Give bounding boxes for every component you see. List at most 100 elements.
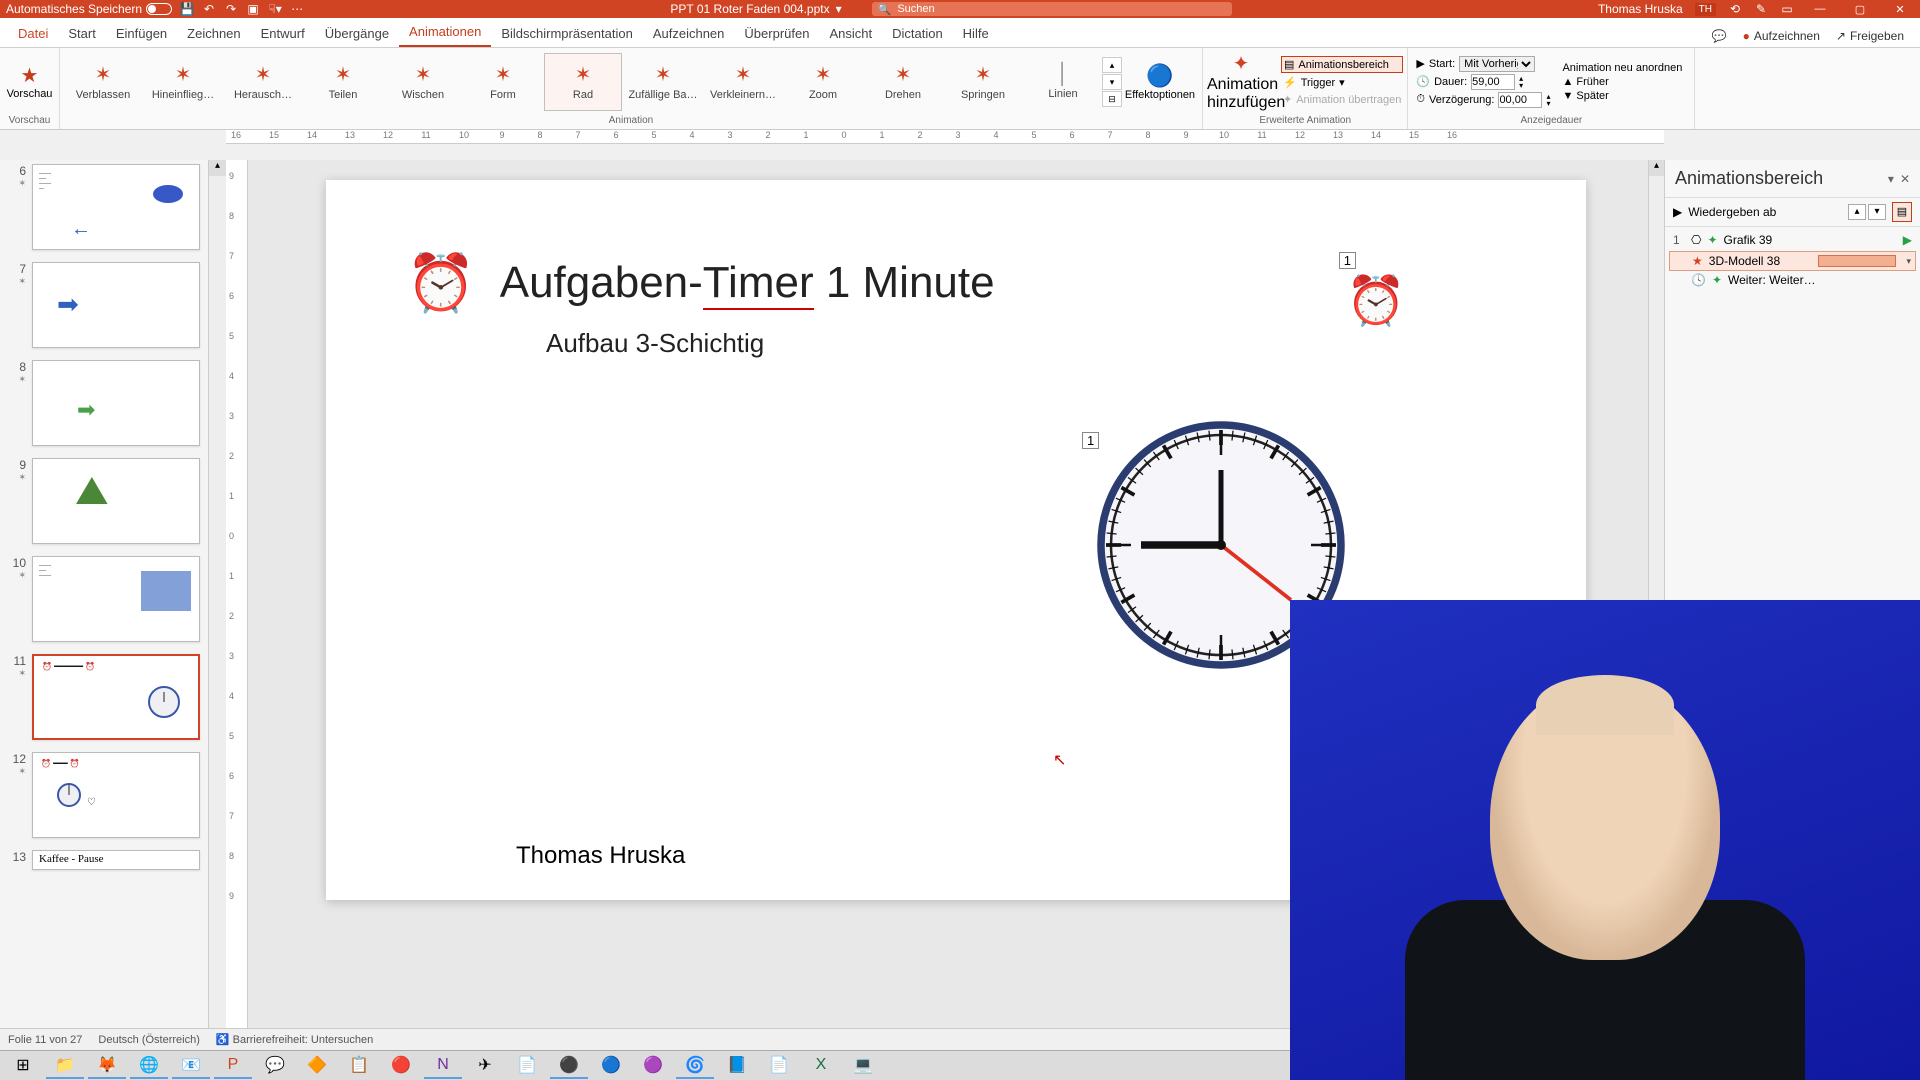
play-from-label[interactable]: Wiedergeben ab [1688, 205, 1776, 219]
tab-hilfe[interactable]: Hilfe [953, 20, 999, 47]
powerpoint-icon[interactable]: P [214, 1053, 252, 1079]
app-icon-7[interactable]: 📘 [718, 1053, 756, 1079]
app-icon-4[interactable]: 📄 [508, 1053, 546, 1079]
filename[interactable]: PPT 01 Roter Faden 004.pptx▾ [670, 2, 841, 16]
tab-entwurf[interactable]: Entwurf [251, 20, 315, 47]
play-icon[interactable]: ▶ [1673, 205, 1682, 219]
anim-verblassen[interactable]: ✶Verblassen [64, 53, 142, 111]
anim-item-grafik39[interactable]: 1 ⎔ ✦ Grafik 39 ▶ [1669, 231, 1916, 249]
excel-icon[interactable]: X [802, 1053, 840, 1079]
onenote-icon[interactable]: N [424, 1053, 462, 1079]
animation-pane-button[interactable]: ▤ Animationsbereich [1281, 56, 1403, 73]
firefox-icon[interactable]: 🦊 [88, 1053, 126, 1079]
move-earlier-button[interactable]: ▲ Früher [1562, 76, 1682, 88]
pane-close-icon[interactable]: ✕ [1900, 172, 1910, 186]
slide-thumb-7[interactable]: ➡ [32, 262, 200, 348]
anim-zufaellig[interactable]: ✶Zufällige Ba… [624, 53, 702, 111]
slide-thumb-12[interactable]: ⏰ ━━━ ⏰♡ [32, 752, 200, 838]
accessibility-check[interactable]: ♿ Barrierefreiheit: Untersuchen [216, 1033, 373, 1046]
tab-file[interactable]: Datei [8, 20, 58, 47]
move-up-button[interactable]: ▴ [1848, 204, 1866, 220]
effect-options-button[interactable]: 🔵Effektoptionen [1122, 63, 1198, 101]
preview-button[interactable]: ★Vorschau [4, 63, 55, 100]
app-icon-6[interactable]: 🟣 [634, 1053, 672, 1079]
anim-herauschweben[interactable]: ✶Herausch… [224, 53, 302, 111]
tab-dictation[interactable]: Dictation [882, 20, 953, 47]
share-button[interactable]: ↗ Freigeben [1828, 25, 1912, 47]
move-down-button[interactable]: ▾ [1868, 204, 1886, 220]
chrome-icon[interactable]: 🌐 [130, 1053, 168, 1079]
anim-wischen[interactable]: ✶Wischen [384, 53, 462, 111]
search-box[interactable]: 🔍 Suchen [872, 2, 1232, 16]
anim-teilen[interactable]: ✶Teilen [304, 53, 382, 111]
language-indicator[interactable]: Deutsch (Österreich) [98, 1034, 199, 1046]
touch-icon[interactable]: ☟▾ [268, 2, 282, 16]
pane-dropdown-icon[interactable]: ▾ [1888, 172, 1894, 186]
slide-thumb-10[interactable]: ━━━━━━━━━━━━━ [32, 556, 200, 642]
anim-springen[interactable]: ✶Springen [944, 53, 1022, 111]
slide-thumb-13[interactable]: Kaffee - Pause [32, 850, 200, 870]
app-icon[interactable]: 💬 [256, 1053, 294, 1079]
pane-mode-button[interactable]: ▤ [1892, 202, 1912, 222]
present-icon[interactable]: ▣ [246, 2, 260, 16]
redo-icon[interactable]: ↷ [224, 2, 238, 16]
anim-zoom[interactable]: ✶Zoom [784, 53, 862, 111]
comments-button[interactable]: 💬 [1704, 25, 1735, 47]
obs-icon[interactable]: ⚫ [550, 1053, 588, 1079]
slide-thumb-8[interactable]: ➡ [32, 360, 200, 446]
start-select[interactable]: Mit Vorheriger [1459, 56, 1535, 72]
item-dropdown-icon[interactable]: ▾ [1906, 256, 1911, 267]
move-later-button[interactable]: ▼ Später [1562, 90, 1682, 102]
save-icon[interactable]: 💾 [180, 2, 194, 16]
anim-drehen[interactable]: ✶Drehen [864, 53, 942, 111]
anim-rad[interactable]: ✶Rad [544, 53, 622, 111]
delay-input[interactable] [1498, 92, 1542, 108]
anim-verkleinern[interactable]: ✶Verkleinern… [704, 53, 782, 111]
vlc-icon[interactable]: 🔶 [298, 1053, 336, 1079]
anim-item-3dmodell38[interactable]: ★ 3D-Modell 38 ▾ [1669, 251, 1916, 271]
sync-icon[interactable]: ⟲ [1728, 2, 1742, 16]
telegram-icon[interactable]: ✈ [466, 1053, 504, 1079]
record-button[interactable]: Aufzeichnen [1735, 25, 1828, 47]
app-icon-2[interactable]: 📋 [340, 1053, 378, 1079]
add-animation-button[interactable]: ✦Animation hinzufügen [1207, 51, 1275, 112]
duration-input[interactable] [1471, 74, 1515, 90]
anim-linien[interactable]: │Linien [1024, 53, 1102, 111]
window-icon[interactable]: ▭ [1780, 2, 1794, 16]
draw-icon[interactable]: ✎ [1754, 2, 1768, 16]
anim-item-weiter[interactable]: 🕓 ✦ Weiter: Weiter… [1669, 271, 1916, 289]
minimize-button[interactable]: — [1806, 3, 1834, 15]
outlook-icon[interactable]: 📧 [172, 1053, 210, 1079]
app-icon-3[interactable]: 🔴 [382, 1053, 420, 1079]
close-button[interactable]: ✕ [1886, 3, 1914, 16]
gallery-scroll[interactable]: ▴▾⊟ [1102, 57, 1122, 107]
maximize-button[interactable]: ▢ [1846, 3, 1874, 16]
anim-hineinfliegen[interactable]: ✶Hineinflieg… [144, 53, 222, 111]
slide-thumb-11[interactable]: ⏰ ━━━━━━ ⏰ [32, 654, 200, 740]
user-avatar[interactable]: TH [1695, 3, 1716, 16]
trigger-button[interactable]: ⚡ Trigger ▾ [1281, 75, 1403, 90]
tab-bildschirm[interactable]: Bildschirmpräsentation [491, 20, 643, 47]
slide-thumb-9[interactable]: ⛰ [32, 458, 200, 544]
undo-icon[interactable]: ↶ [202, 2, 216, 16]
start-button[interactable]: ⊞ [4, 1053, 42, 1079]
anim-badge-1[interactable]: 1 [1339, 252, 1356, 269]
app-icon-5[interactable]: 🔵 [592, 1053, 630, 1079]
tab-uebergaenge[interactable]: Übergänge [315, 20, 399, 47]
tab-start[interactable]: Start [58, 20, 105, 47]
tab-animationen[interactable]: Animationen [399, 18, 491, 47]
autosave-toggle[interactable]: Automatisches Speichern [6, 2, 172, 16]
tab-ueberpruefen[interactable]: Überprüfen [734, 20, 819, 47]
tab-zeichnen[interactable]: Zeichnen [177, 20, 250, 47]
slide-counter[interactable]: Folie 11 von 27 [8, 1034, 82, 1046]
edge-icon[interactable]: 🌀 [676, 1053, 714, 1079]
tab-ansicht[interactable]: Ansicht [819, 20, 882, 47]
anim-form[interactable]: ✶Form [464, 53, 542, 111]
app-icon-8[interactable]: 📄 [760, 1053, 798, 1079]
explorer-icon[interactable]: 📁 [46, 1053, 84, 1079]
thumbnail-scrollbar[interactable]: ▴▾ [208, 160, 226, 1050]
slide-thumb-6[interactable]: ━━━━━━━━━━━━━━━← [32, 164, 200, 250]
user-name[interactable]: Thomas Hruska [1598, 2, 1683, 16]
qat-more-icon[interactable]: ⋯ [290, 2, 304, 16]
app-icon-9[interactable]: 💻 [844, 1053, 882, 1079]
